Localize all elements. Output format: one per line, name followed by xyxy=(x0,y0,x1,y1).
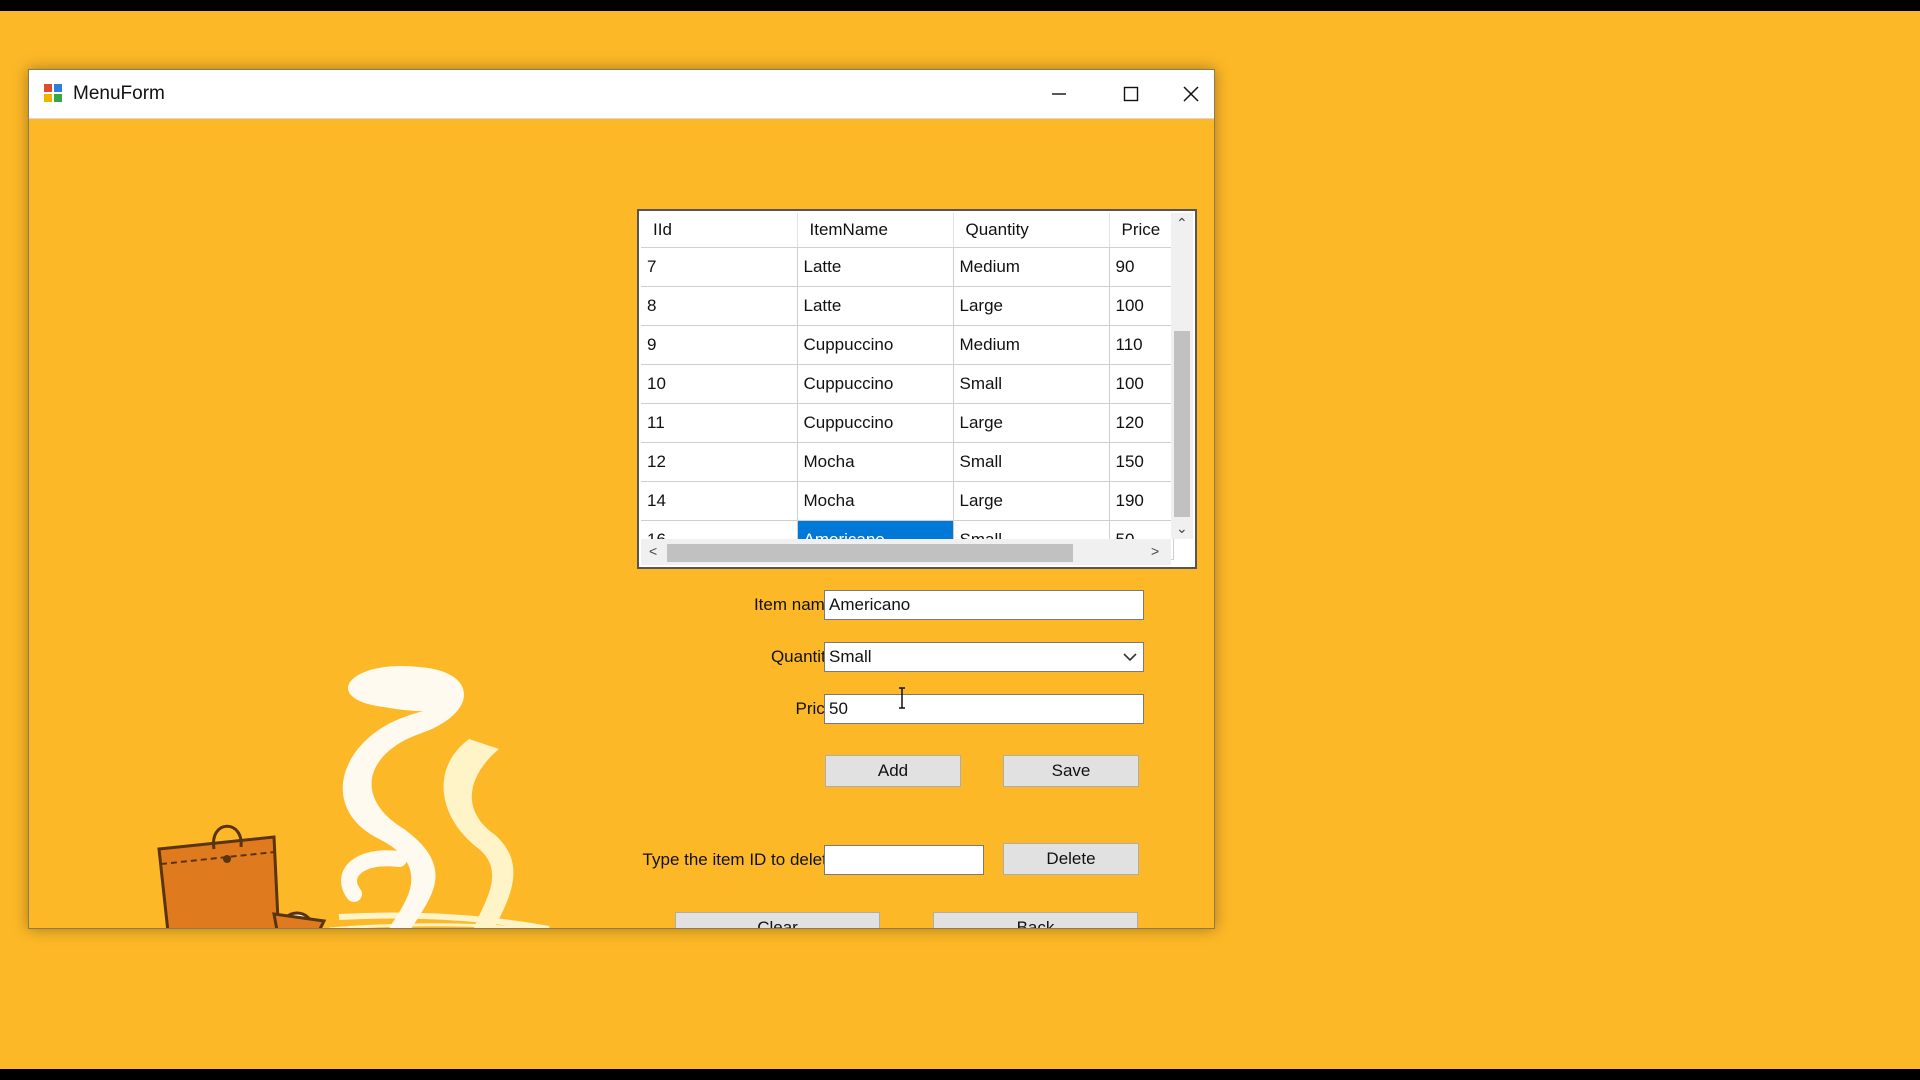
cell-name[interactable]: Mocha xyxy=(797,481,954,521)
table-row[interactable]: 11 Cuppuccino Large 120 xyxy=(641,403,1174,443)
price-input[interactable] xyxy=(824,694,1144,724)
text-cursor-icon xyxy=(899,687,905,709)
quantity-selected-value: Small xyxy=(829,647,872,666)
cell-name[interactable]: Cuppuccino xyxy=(797,403,954,443)
quantity-select[interactable]: Small xyxy=(824,642,1144,672)
cell-name[interactable]: Latte xyxy=(797,247,954,287)
scroll-left-icon[interactable]: < xyxy=(649,543,657,559)
column-header-itemname[interactable]: ItemName xyxy=(797,213,954,248)
horizontal-scroll-thumb[interactable] xyxy=(667,544,1073,562)
cell-id[interactable]: 7 xyxy=(641,247,798,287)
item-name-input[interactable] xyxy=(824,590,1144,620)
cell-quantity[interactable]: Medium xyxy=(953,325,1110,365)
cell-price[interactable]: 150 xyxy=(1109,442,1174,482)
cell-id[interactable]: 14 xyxy=(641,481,798,521)
column-header-quantity[interactable]: Quantity xyxy=(953,213,1110,248)
cell-id[interactable]: 9 xyxy=(641,325,798,365)
horizontal-scrollbar[interactable]: < > xyxy=(641,539,1171,565)
cell-price[interactable]: 90 xyxy=(1109,247,1174,287)
cell-name[interactable]: Latte xyxy=(797,286,954,326)
cell-name[interactable]: Mocha xyxy=(797,442,954,482)
vertical-scrollbar[interactable]: ⌃ ⌄ xyxy=(1171,213,1193,539)
window-title: MenuForm xyxy=(73,83,165,104)
item-name-label: Item name: xyxy=(753,595,839,614)
title-bar[interactable]: MenuForm xyxy=(29,70,1214,119)
clear-button[interactable]: Clear xyxy=(675,912,880,928)
column-header-price[interactable]: Price xyxy=(1109,213,1174,248)
delete-id-input[interactable] xyxy=(824,845,984,875)
cell-name[interactable]: Cuppuccino xyxy=(797,364,954,404)
scroll-down-icon[interactable]: ⌄ xyxy=(1176,520,1188,537)
scroll-right-icon[interactable]: > xyxy=(1151,543,1159,559)
cell-id[interactable]: 10 xyxy=(641,364,798,404)
back-button[interactable]: Back xyxy=(933,912,1138,928)
delete-button[interactable]: Delete xyxy=(1003,843,1139,875)
cell-price[interactable]: 190 xyxy=(1109,481,1174,521)
cell-id[interactable]: 11 xyxy=(641,403,798,443)
quantity-label: Quantity: xyxy=(770,647,839,666)
close-icon xyxy=(1182,86,1199,102)
scroll-up-icon[interactable]: ⌃ xyxy=(1176,215,1188,232)
cell-name[interactable]: Cuppuccino xyxy=(797,325,954,365)
minimize-button[interactable] xyxy=(1023,70,1095,118)
form-client-area: IId ItemName Quantity Price 7 Latte Medi… xyxy=(29,119,1214,928)
table-row[interactable]: 10 Cuppuccino Small 100 xyxy=(641,364,1174,404)
table-row[interactable]: 8 Latte Large 100 xyxy=(641,286,1174,326)
price-label: Price: xyxy=(795,699,839,718)
cell-price[interactable]: 100 xyxy=(1109,364,1174,404)
close-button[interactable] xyxy=(1167,70,1214,118)
cell-price[interactable]: 120 xyxy=(1109,403,1174,443)
coffee-illustration xyxy=(157,665,550,928)
maximize-button[interactable] xyxy=(1095,70,1167,118)
cell-price[interactable]: 100 xyxy=(1109,286,1174,326)
delete-id-label: Type the item ID to delete: xyxy=(642,850,841,869)
column-header-id[interactable]: IId xyxy=(641,213,798,248)
save-button[interactable]: Save xyxy=(1003,755,1139,787)
menu-data-grid[interactable]: IId ItemName Quantity Price 7 Latte Medi… xyxy=(637,209,1197,569)
desktop-background: MenuForm IId ItemName Quantity Price 7 L… xyxy=(0,11,1920,1069)
cell-quantity[interactable]: Large xyxy=(953,286,1110,326)
cell-price[interactable]: 110 xyxy=(1109,325,1174,365)
cell-quantity[interactable]: Large xyxy=(953,481,1110,521)
grid-table: IId ItemName Quantity Price 7 Latte Medi… xyxy=(641,213,1174,560)
table-row[interactable]: 7 Latte Medium 90 xyxy=(641,247,1174,287)
grid-header-row: IId ItemName Quantity Price xyxy=(641,213,1174,248)
table-row[interactable]: 9 Cuppuccino Medium 110 xyxy=(641,325,1174,365)
cell-quantity[interactable]: Small xyxy=(953,442,1110,482)
table-row[interactable]: 12 Mocha Small 150 xyxy=(641,442,1174,482)
cell-quantity[interactable]: Small xyxy=(953,364,1110,404)
app-icon xyxy=(44,84,62,102)
add-button[interactable]: Add xyxy=(825,755,961,787)
cell-quantity[interactable]: Large xyxy=(953,403,1110,443)
cell-id[interactable]: 8 xyxy=(641,286,798,326)
vertical-scroll-thumb[interactable] xyxy=(1174,331,1190,517)
table-row[interactable]: 14 Mocha Large 190 xyxy=(641,481,1174,521)
chevron-down-icon xyxy=(1123,653,1137,662)
cell-id[interactable]: 12 xyxy=(641,442,798,482)
maximize-icon xyxy=(1123,86,1139,102)
minimize-icon xyxy=(1052,93,1066,95)
menu-form-window: MenuForm IId ItemName Quantity Price 7 L… xyxy=(28,69,1215,929)
cell-quantity[interactable]: Medium xyxy=(953,247,1110,287)
